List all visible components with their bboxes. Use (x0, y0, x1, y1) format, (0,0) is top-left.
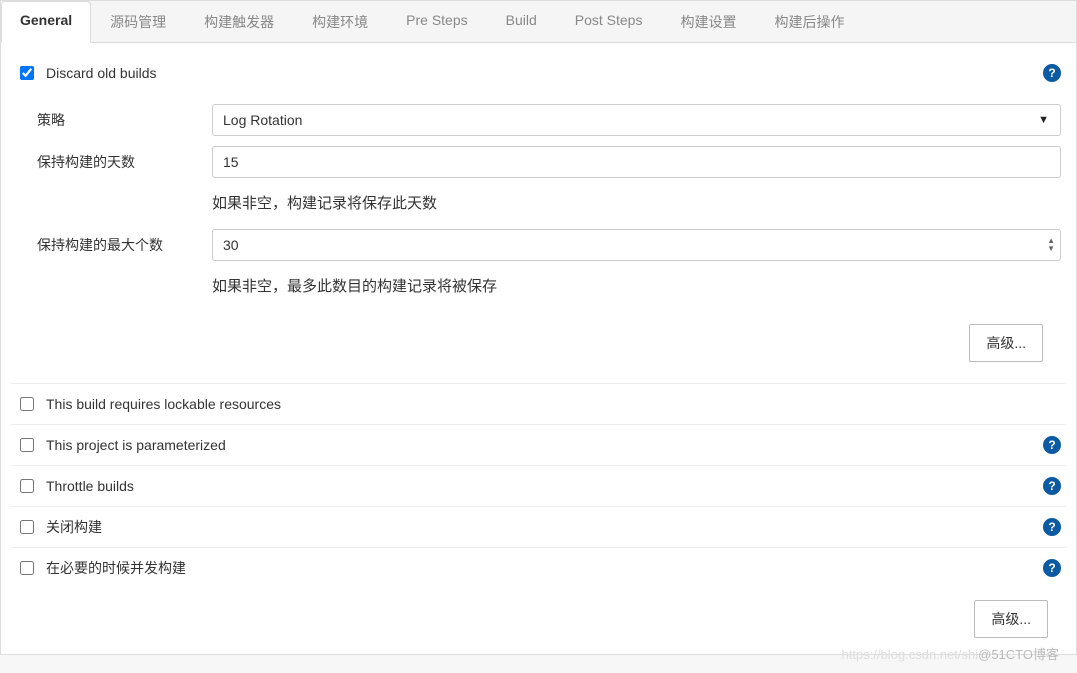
help-icon[interactable]: ? (1043, 559, 1061, 577)
label-concurrent: 在必要的时候并发构建 (46, 558, 1043, 578)
tab-settings[interactable]: 构建设置 (661, 1, 755, 43)
tab-general[interactable]: General (1, 1, 91, 43)
label-lockable: This build requires lockable resources (46, 396, 1061, 412)
row-parameterized: This project is parameterized ? (11, 425, 1066, 466)
strategy-details: 保持构建的天数 如果非空，构建记录将保存此天数 保持构建的最大个数 ▲▼ (37, 146, 1061, 296)
row-days: 保持构建的天数 (37, 146, 1061, 178)
hint-max: 如果非空，最多此数目的构建记录将被保存 (212, 275, 1061, 296)
advanced-button[interactable]: 高级... (969, 324, 1043, 362)
advanced-button[interactable]: 高级... (974, 600, 1048, 638)
row-throttle: Throttle builds ? (11, 466, 1066, 507)
checkbox-disable[interactable] (20, 520, 34, 534)
row-discard-old-builds: Discard old builds ? (11, 53, 1066, 93)
row-disable: 关闭构建 ? (11, 507, 1066, 548)
checkbox-lockable[interactable] (20, 397, 34, 411)
help-icon[interactable]: ? (1043, 518, 1061, 536)
label-strategy: 策略 (37, 104, 212, 130)
hint-days: 如果非空，构建记录将保存此天数 (212, 192, 1061, 213)
label-disable: 关闭构建 (46, 517, 1043, 537)
label-discard-old-builds: Discard old builds (46, 65, 1043, 81)
discard-config: 策略 Log Rotation ▼ 保持构建的天数 如果非空，构建记录将保存此天… (11, 93, 1066, 383)
label-throttle: Throttle builds (46, 478, 1043, 494)
input-days[interactable] (212, 146, 1061, 178)
label-max: 保持构建的最大个数 (37, 229, 212, 255)
checkbox-concurrent[interactable] (20, 561, 34, 575)
help-icon[interactable]: ? (1043, 64, 1061, 82)
row-lockable: This build requires lockable resources (11, 383, 1066, 425)
tab-content: Discard old builds ? 策略 Log Rotation ▼ 保… (1, 43, 1076, 654)
watermark: https://blog.csdn.net/shi@51CTO博客 (842, 644, 1059, 663)
help-icon[interactable]: ? (1043, 477, 1061, 495)
row-strategy: 策略 Log Rotation ▼ (37, 104, 1061, 136)
tab-build[interactable]: Build (487, 1, 556, 43)
label-days: 保持构建的天数 (37, 146, 212, 172)
help-icon[interactable]: ? (1043, 436, 1061, 454)
advanced-row-1: 高级... (37, 312, 1061, 378)
tab-post-steps[interactable]: Post Steps (556, 1, 662, 43)
checkbox-parameterized[interactable] (20, 438, 34, 452)
input-max[interactable] (212, 229, 1061, 261)
checkbox-throttle[interactable] (20, 479, 34, 493)
tab-bar: General 源码管理 构建触发器 构建环境 Pre Steps Build … (1, 1, 1076, 43)
tab-triggers[interactable]: 构建触发器 (185, 1, 293, 43)
config-panel: General 源码管理 构建触发器 构建环境 Pre Steps Build … (0, 0, 1077, 655)
select-strategy[interactable]: Log Rotation (212, 104, 1061, 136)
tab-env[interactable]: 构建环境 (293, 1, 387, 43)
row-concurrent: 在必要的时候并发构建 ? (11, 548, 1066, 588)
label-parameterized: This project is parameterized (46, 437, 1043, 453)
tab-post-actions[interactable]: 构建后操作 (755, 1, 863, 43)
tab-pre-steps[interactable]: Pre Steps (387, 1, 486, 43)
row-max: 保持构建的最大个数 ▲▼ (37, 229, 1061, 261)
tab-scm[interactable]: 源码管理 (91, 1, 185, 43)
spinner-icon[interactable]: ▲▼ (1047, 237, 1055, 253)
checkbox-discard-old-builds[interactable] (20, 66, 34, 80)
